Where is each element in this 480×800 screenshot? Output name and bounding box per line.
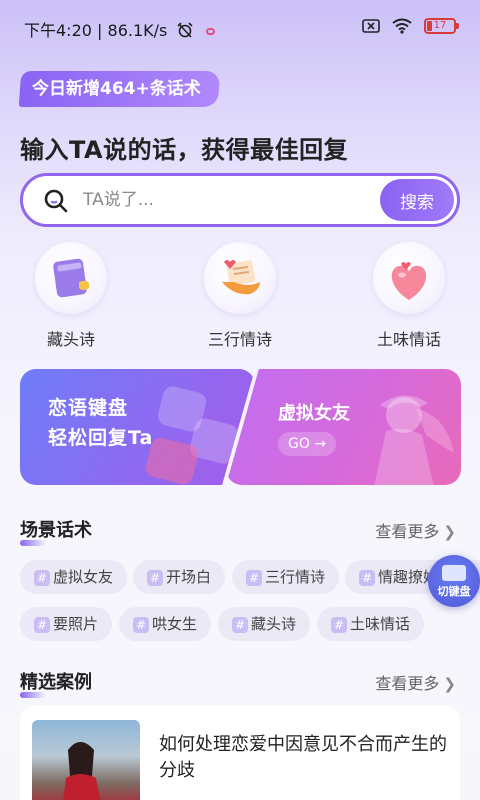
hash-icon: # xyxy=(147,570,163,586)
virtual-girlfriend-banner[interactable]: 虚拟女友 GO → xyxy=(226,369,461,485)
hash-icon: # xyxy=(359,570,375,586)
case-card[interactable]: 如何处理恋爱中因意见不合而产生的分歧 xyxy=(20,706,460,800)
chevron-right-icon: ❯ xyxy=(443,523,456,541)
notification-dot-icon xyxy=(205,28,215,35)
float-button-label: 切键盘 xyxy=(437,585,471,598)
sim-off-icon xyxy=(362,19,380,33)
heart-icon xyxy=(373,242,445,314)
banner-title: 恋语键盘 xyxy=(48,397,129,419)
love-letter-icon xyxy=(204,242,276,314)
page-headline: 输入TA说的话，获得最佳回复 xyxy=(20,136,349,164)
search-button[interactable]: 搜索 xyxy=(380,179,454,221)
section-title-cases: 精选案例 xyxy=(20,668,92,698)
category-acrostic-poem[interactable]: 藏头诗 xyxy=(31,242,111,350)
scene-tag[interactable]: # 三行情诗 xyxy=(232,560,340,594)
hash-icon: # xyxy=(232,617,248,633)
scene-tag[interactable]: # 藏头诗 xyxy=(218,607,311,641)
hash-icon: # xyxy=(34,570,50,586)
status-bar: 下午4:20 | 86.1K/s 17 xyxy=(0,0,480,56)
banner-title: 虚拟女友 xyxy=(278,403,350,424)
banner-subtitle: 轻松回复Ta xyxy=(48,427,154,449)
hash-icon: # xyxy=(133,617,149,633)
alarm-off-icon xyxy=(177,22,194,38)
cases-see-more-link[interactable]: 查看更多 ❯ xyxy=(375,670,456,694)
scene-tag[interactable]: # 开场白 xyxy=(133,560,226,594)
search-icon xyxy=(44,189,68,213)
notebook-icon xyxy=(35,242,107,314)
scene-tag[interactable]: # 要照片 xyxy=(20,607,113,641)
battery-level: 17 xyxy=(433,20,447,31)
scene-tag[interactable]: # 虚拟女友 xyxy=(20,560,128,594)
case-title: 如何处理恋爱中因意见不合而产生的分歧 xyxy=(159,734,447,781)
daily-new-badge: 今日新增464+条话术 xyxy=(18,71,220,107)
switch-keyboard-float-button[interactable]: 切键盘 xyxy=(428,555,480,607)
status-time: 下午4:20 xyxy=(24,21,92,40)
search-bar: 搜索 xyxy=(20,173,460,227)
battery-icon: 17 xyxy=(424,18,459,34)
network-speed: 86.1K/s xyxy=(107,21,168,40)
search-input[interactable] xyxy=(83,176,373,224)
girl-illustration xyxy=(374,395,454,485)
hash-icon: # xyxy=(331,617,347,633)
category-three-line-poem[interactable]: 三行情诗 xyxy=(200,242,280,350)
love-keyboard-banner[interactable]: 恋语键盘 轻松回复Ta xyxy=(20,369,255,485)
hash-icon: # xyxy=(34,617,50,633)
category-label: 藏头诗 xyxy=(46,330,95,349)
category-label: 土味情话 xyxy=(376,330,441,349)
keyboard-icon xyxy=(442,565,466,581)
case-thumbnail-image xyxy=(32,720,140,800)
wifi-icon xyxy=(392,18,412,34)
scene-tag[interactable]: # 土味情话 xyxy=(317,607,425,641)
scene-tag[interactable]: # 哄女生 xyxy=(119,607,212,641)
category-cheesy-lines[interactable]: 土味情话 xyxy=(369,242,449,350)
status-time-group: 下午4:20 | 86.1K/s xyxy=(24,17,215,41)
category-label: 三行情诗 xyxy=(207,330,272,349)
hash-icon: # xyxy=(246,570,262,586)
go-button[interactable]: GO → xyxy=(278,432,337,456)
section-title-scenes: 场景话术 xyxy=(20,516,92,546)
scenes-see-more-link[interactable]: 查看更多 ❯ xyxy=(375,518,456,542)
chevron-right-icon: ❯ xyxy=(443,675,456,693)
